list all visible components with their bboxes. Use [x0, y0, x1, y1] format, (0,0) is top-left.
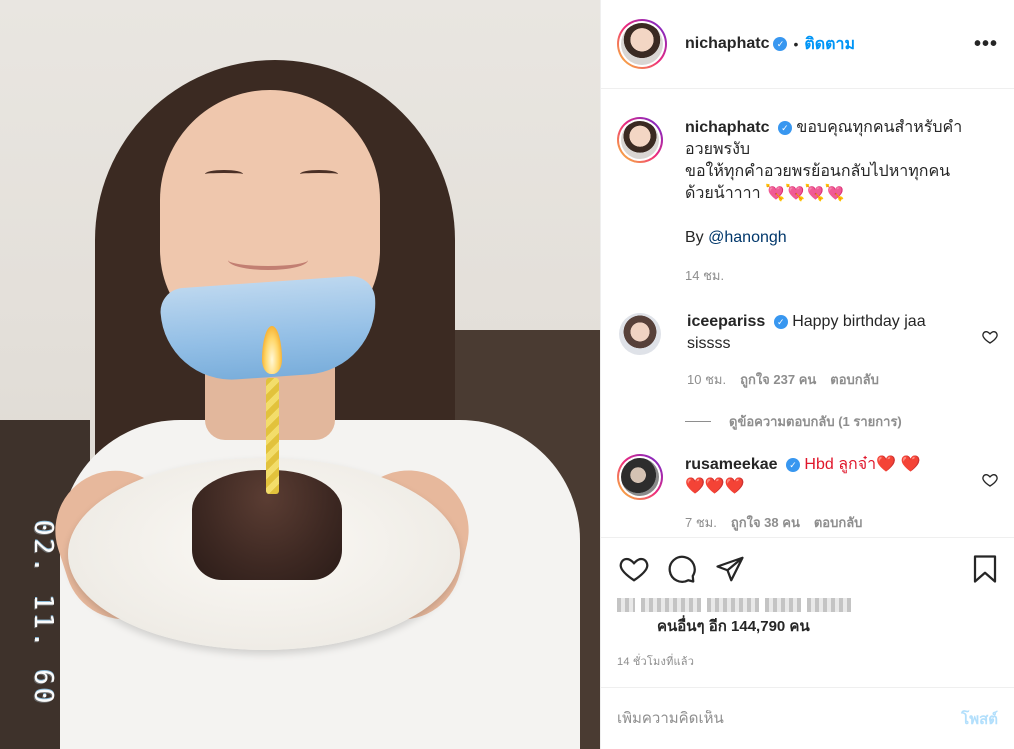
comment-text: Happy birthday jaa — [792, 313, 926, 330]
separator-dot: • — [793, 36, 799, 52]
blurred-likers — [617, 598, 851, 612]
photo-timestamp: 02. 11. 60 — [28, 520, 58, 707]
view-replies-label: ดูข้อความตอบกลับ (1 รายการ) — [729, 414, 902, 429]
follow-button[interactable]: ติดตาม — [804, 32, 855, 57]
reply-button[interactable]: ตอบกลับ — [814, 512, 863, 534]
comment-text: ❤️❤️❤️ — [685, 478, 745, 495]
add-comment-bar: โพสต์ — [601, 687, 1014, 749]
comment: iceepariss ✓ Happy birthday jaa sissss 1… — [617, 311, 998, 391]
caption: nichaphatc ✓ ขอบคุณทุกคนสำหรับคำ อวยพรงั… — [617, 117, 998, 287]
caption-time[interactable]: 14 ชม. — [685, 265, 724, 287]
caption-text-line: อวยพรงับ — [685, 141, 751, 158]
eye-right — [300, 170, 338, 178]
comments-section[interactable]: nichaphatc ✓ ขอบคุณทุกคนสำหรับคำ อวยพรงั… — [601, 89, 1014, 537]
verified-icon: ✓ — [773, 37, 788, 51]
comment: rusameekae ✓ Hbd ลูกจ๋า❤️ ❤️ ❤️❤️❤️ 7 ชม… — [617, 454, 998, 534]
caption-text-line: ด้วยน้าาาา 💘💘💘💘 — [685, 185, 845, 202]
comment-input[interactable] — [617, 710, 962, 727]
mention-link[interactable]: @hanongh — [708, 229, 787, 246]
post-photo[interactable]: 02. 11. 60 — [0, 0, 600, 749]
comment-button[interactable] — [665, 552, 699, 586]
commenter-username[interactable]: iceepariss — [687, 313, 765, 330]
candle — [266, 378, 279, 494]
avatar-image — [621, 121, 659, 159]
save-button[interactable] — [968, 552, 1002, 586]
smile — [228, 250, 308, 270]
caption-username[interactable]: nichaphatc — [685, 119, 769, 136]
verified-icon: ✓ — [777, 120, 792, 135]
share-button[interactable] — [713, 552, 747, 586]
avatar-image — [621, 23, 663, 65]
comment-likes[interactable]: ถูกใจ 38 คน — [731, 512, 800, 534]
caption-text-line: ขอให้ทุกคำอวยพรย้อนกลับไปหาทุกคน — [685, 163, 951, 180]
comment-body: iceepariss ✓ Happy birthday jaa sissss 1… — [687, 311, 977, 391]
verified-icon: ✓ — [773, 314, 788, 329]
like-button[interactable] — [617, 552, 651, 586]
by-label: By — [685, 229, 704, 246]
caption-text-line: ขอบคุณทุกคนสำหรับคำ — [796, 119, 963, 136]
author-avatar[interactable] — [617, 19, 667, 69]
comment-time[interactable]: 10 ชม. — [687, 369, 726, 391]
caption-body: nichaphatc ✓ ขอบคุณทุกคนสำหรับคำ อวยพรงั… — [685, 117, 975, 287]
comment-like-heart-icon[interactable] — [982, 329, 998, 345]
eye-left — [205, 170, 243, 178]
replies-divider — [685, 421, 711, 422]
comment-text: Hbd ลูกจ๋า❤️ ❤️ — [804, 456, 921, 473]
reply-button[interactable]: ตอบกลับ — [830, 369, 879, 391]
view-replies-button[interactable]: ดูข้อความตอบกลับ (1 รายการ) — [685, 411, 998, 432]
avatar-image — [619, 313, 661, 355]
share-icon — [716, 556, 744, 582]
post-comment-button[interactable]: โพสต์ — [961, 707, 998, 731]
comment-like-heart-icon[interactable] — [982, 472, 998, 488]
instagram-post: 02. 11. 60 nichaphatc ✓ • ติดตาม ••• nic… — [0, 0, 1014, 749]
commenter-username[interactable]: rusameekae — [685, 456, 778, 473]
heart-icon — [619, 557, 649, 582]
comment-likes[interactable]: ถูกใจ 237 คน — [740, 369, 816, 391]
avatar-image — [621, 458, 659, 496]
caption-avatar[interactable] — [617, 117, 663, 163]
post-timestamp[interactable]: 14 ชั่วโมงที่แล้ว — [617, 652, 998, 670]
post-actions: คนอื่นๆ อีก 144,790 คน 14 ชั่วโมงที่แล้ว — [601, 537, 1014, 687]
author-username[interactable]: nichaphatc — [685, 35, 769, 53]
commenter-avatar[interactable] — [619, 313, 661, 355]
verified-icon: ✓ — [785, 457, 800, 472]
post-side-panel: nichaphatc ✓ • ติดตาม ••• nichaphatc ✓ ข… — [600, 0, 1014, 749]
likes-count[interactable]: คนอื่นๆ อีก 144,790 คน — [657, 614, 998, 638]
more-options-icon[interactable]: ••• — [974, 33, 998, 56]
comment-time[interactable]: 7 ชม. — [685, 512, 717, 534]
bookmark-icon — [973, 555, 997, 583]
comment-icon — [668, 555, 696, 583]
post-header: nichaphatc ✓ • ติดตาม ••• — [601, 0, 1014, 89]
comment-text: sissss — [687, 335, 731, 352]
commenter-avatar[interactable] — [617, 454, 663, 500]
likes-summary[interactable] — [617, 598, 998, 612]
comment-body: rusameekae ✓ Hbd ลูกจ๋า❤️ ❤️ ❤️❤️❤️ 7 ชม… — [685, 454, 975, 534]
